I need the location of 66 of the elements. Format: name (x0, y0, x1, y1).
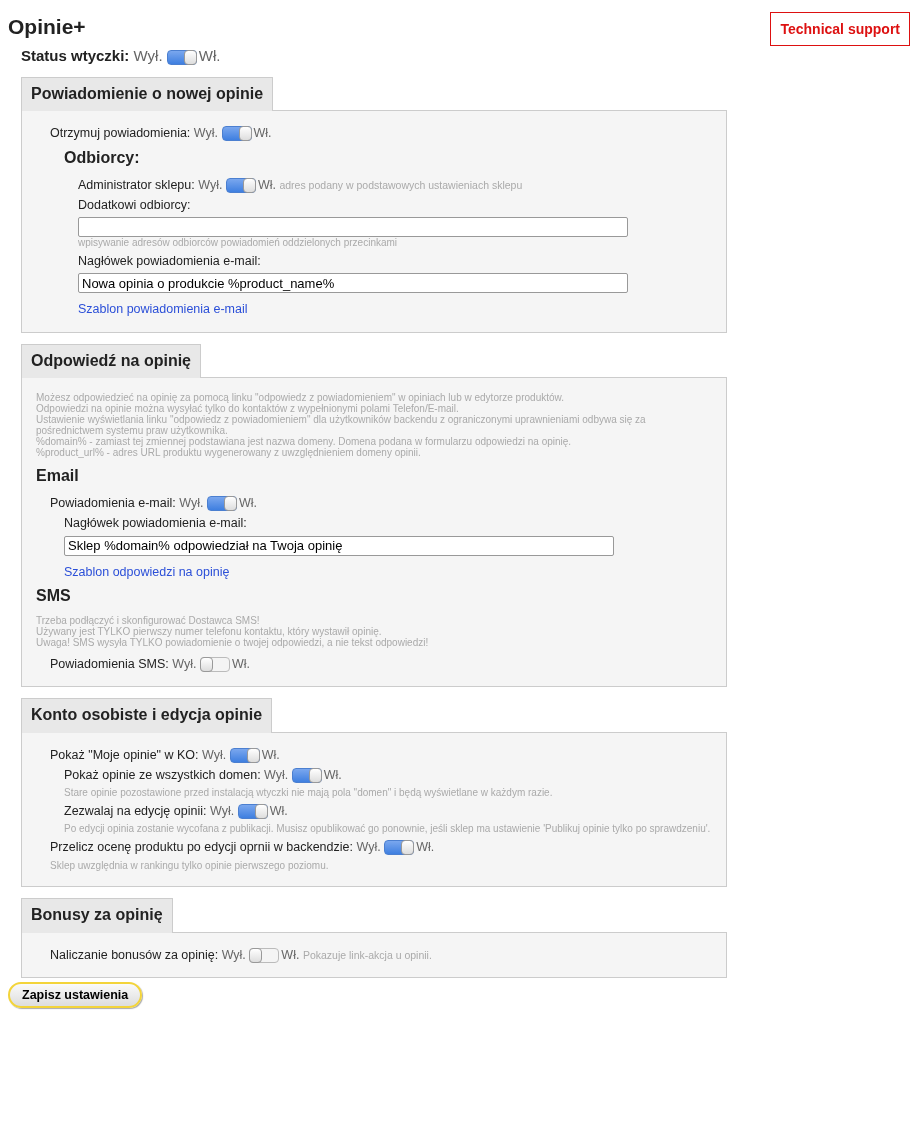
toggle-switch[interactable] (166, 50, 197, 66)
section-heading: Email (36, 466, 80, 487)
hint-text: adres podany w podstawowych ustawieniach sklepu (279, 178, 523, 191)
section-heading: Odbiorcy: (64, 147, 141, 168)
toggle-switch[interactable] (237, 804, 268, 820)
toggle-switch[interactable] (221, 126, 252, 142)
on-label: Wł. (269, 804, 288, 819)
toggle-switch[interactable] (249, 947, 280, 963)
template-link[interactable]: Szablon odpowiedzi na opinię (64, 564, 230, 579)
off-label: Wył. (356, 840, 381, 855)
toggle-label: Powiadomienia SMS: (50, 656, 169, 671)
template-link[interactable]: Szablon powiadomienia e-mail (78, 302, 248, 317)
info-text: Możesz odpowiedzieć na opinię za pomocą linku "odpowiedz z powiadomieniem" w opiniach lub w edytorze produktów. (36, 392, 565, 404)
support-button[interactable]: Technical support (770, 12, 910, 47)
toggle-switch[interactable] (206, 496, 237, 512)
field-label: Nagłówek powiadomienia e-mail: (78, 253, 262, 270)
toggle-label: Status wtyczki: (21, 47, 130, 65)
off-label: Wył. (202, 747, 227, 762)
off-label: Wył. (172, 656, 197, 671)
toggle-switch[interactable] (229, 747, 260, 763)
on-label: Wł. (257, 177, 276, 192)
on-label: Wł. (281, 947, 300, 962)
text-field[interactable] (78, 217, 628, 238)
section-heading: SMS (36, 585, 72, 606)
on-label: Wł. (416, 840, 435, 855)
toggle-label: Powiadomienia e-mail: (50, 496, 176, 511)
info-text: Odpowiedzi na opinie można wysyłać tylko do kontaktów z wypełnionymi polami Telefon/E-mail. (36, 403, 459, 415)
info-text: %domain% - zamiast tej zmiennej podstawiana jest nazwa domeny. Domena podana w formularzu odpowiedzi na opinię. (36, 436, 573, 448)
on-label: Wł. (323, 767, 342, 782)
off-label: Wył. (179, 496, 204, 511)
off-label: Wył. (193, 126, 219, 141)
info-text: Uwaga! SMS wysyła TYLKO powiadomienie o twojej odpowiedzi, a nie tekst odpowiedzi! (36, 636, 430, 648)
toggle-switch[interactable] (225, 177, 256, 193)
on-label: Wł. (261, 747, 280, 762)
on-label: Wł. (232, 656, 251, 671)
toggle-label: Pokaż opinie ze wszystkich domen: (64, 767, 261, 782)
toggle-label: Przelicz ocenę produktu po edycji oprnii w backendzie: (50, 840, 353, 855)
toggle-label: Pokaż "Moje opinie" w KO: (50, 747, 199, 762)
field-label: Dodatkowi odbiorcy: (78, 196, 192, 214)
on-label: Wł. (253, 126, 272, 141)
off-label: Wył. (198, 177, 223, 192)
info-text: Używany jest TYLKO pierwszy numer telefonu kontaktu, który wystawił opinię. (36, 625, 383, 637)
off-label: Wył. (133, 47, 163, 65)
field-label: Nagłówek powiadomienia e-mail: (64, 515, 248, 532)
note-text: Po edycji opinia zostanie wycofana z publikacji. Musisz opublikować go ponownie, jeśli sklep ma ustawienie 'Publikuj opinie tylko po sprawdzeniu'. (64, 823, 712, 836)
on-label: Wł. (198, 47, 221, 65)
toggle-switch[interactable] (384, 840, 415, 856)
on-label: Wł. (238, 496, 257, 511)
toggle-label: Naliczanie bonusów za opinię: (50, 947, 219, 962)
off-label: Wył. (264, 767, 289, 782)
page-title: Opinie+ (8, 14, 86, 40)
note-text: Sklep uwzględnia w rankingu tylko opinie pierwszego poziomu. (50, 859, 330, 872)
info-text: Ustawienie wyświetlania linku "odpowiedz z powiadomieniem" dla użytkowników backendu z ograniczonymi uprawnieniami odbywa się za pośrednictwem systemu praw użytkownika. (36, 414, 647, 437)
save-button[interactable]: Zapisz ustawienia (8, 981, 143, 1008)
note-text: wpisywanie adresów odbiorców powiadomień oddzielonych przecinkami (78, 237, 399, 250)
text-field[interactable]: Sklep %domain% odpowiedział na Twoja opinię (64, 535, 614, 556)
toggle-label: Otrzymuj powiadomienia: (50, 126, 191, 141)
off-label: Wył. (221, 947, 246, 962)
toggle-label: Administrator sklepu: (78, 177, 195, 192)
text-field[interactable]: Nowa opinia o produkcie %product_name% (78, 273, 628, 294)
hint-text: Pokazuje link-akcja u opinii. (302, 948, 432, 961)
info-text: %product_url% - adres URL produktu wygenerowany z uwzględnieniem domeny opinii. (36, 447, 422, 459)
toggle-label: Zezwalaj na edycję opinii: (64, 804, 207, 819)
toggle-switch[interactable] (200, 656, 230, 672)
toggle-switch[interactable] (291, 767, 322, 783)
off-label: Wył. (209, 804, 235, 819)
